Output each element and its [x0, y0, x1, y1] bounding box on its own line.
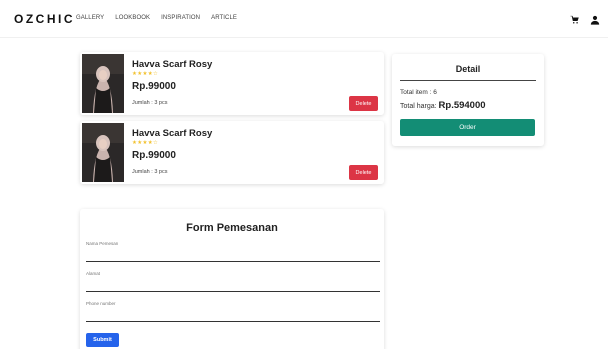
cart-item-card: Havva Scarf Rosy ★★★★☆ Rp.99000 Jumlah :…	[80, 121, 384, 184]
nav-icons	[570, 12, 600, 25]
nav-links: GALLERY LOOKBOOK INSPIRATION ARTICLE	[76, 15, 237, 21]
product-image	[82, 123, 124, 182]
product-name: Havva Scarf Rosy	[132, 128, 213, 139]
user-icon[interactable]	[590, 12, 600, 25]
cart-item-card: Havva Scarf Rosy ★★★★☆ Rp.99000 Jumlah :…	[80, 52, 384, 115]
nav-link-article[interactable]: ARTICLE	[211, 15, 237, 21]
star-rating: ★★★★☆	[132, 71, 159, 77]
navbar: OZCHIC GALLERY LOOKBOOK INSPIRATION ARTI…	[0, 0, 608, 38]
address-input[interactable]	[86, 282, 380, 292]
name-field-label: Nama Pemesan	[86, 241, 119, 246]
product-price: Rp.99000	[132, 81, 176, 92]
phone-input[interactable]	[86, 312, 380, 322]
brand-logo[interactable]: OZCHIC	[14, 12, 75, 26]
phone-field-label: Phone number	[86, 301, 116, 306]
delete-button[interactable]: Delete	[349, 96, 378, 111]
total-price-label: Total harga:	[400, 103, 439, 110]
star-rating: ★★★★☆	[132, 140, 159, 146]
submit-button[interactable]: Submit	[86, 333, 119, 347]
address-field-label: Alamat	[86, 271, 101, 276]
nav-link-inspiration[interactable]: INSPIRATION	[161, 15, 200, 21]
delete-button[interactable]: Delete	[349, 165, 378, 180]
name-input[interactable]	[86, 252, 380, 262]
product-image	[82, 54, 124, 113]
product-name: Havva Scarf Rosy	[132, 59, 213, 70]
order-detail-panel: Detail Total item : 6 Total harga: Rp.59…	[392, 54, 544, 146]
nav-link-gallery[interactable]: GALLERY	[76, 15, 104, 21]
total-price: Total harga: Rp.594000	[400, 100, 486, 111]
product-quantity: Jumlah : 3 pcs	[132, 100, 168, 106]
total-price-value: Rp.594000	[438, 100, 486, 111]
nav-link-lookbook[interactable]: LOOKBOOK	[115, 15, 150, 21]
order-form: Form Pemesanan Nama Pemesan Alamat Phone…	[80, 209, 384, 349]
order-button[interactable]: Order	[400, 119, 535, 136]
product-price: Rp.99000	[132, 150, 176, 161]
product-quantity: Jumlah : 3 pcs	[132, 169, 168, 175]
total-item: Total item : 6	[400, 89, 437, 96]
detail-title: Detail	[400, 64, 536, 81]
cart-icon[interactable]	[570, 12, 580, 24]
form-title: Form Pemesanan	[186, 222, 278, 234]
